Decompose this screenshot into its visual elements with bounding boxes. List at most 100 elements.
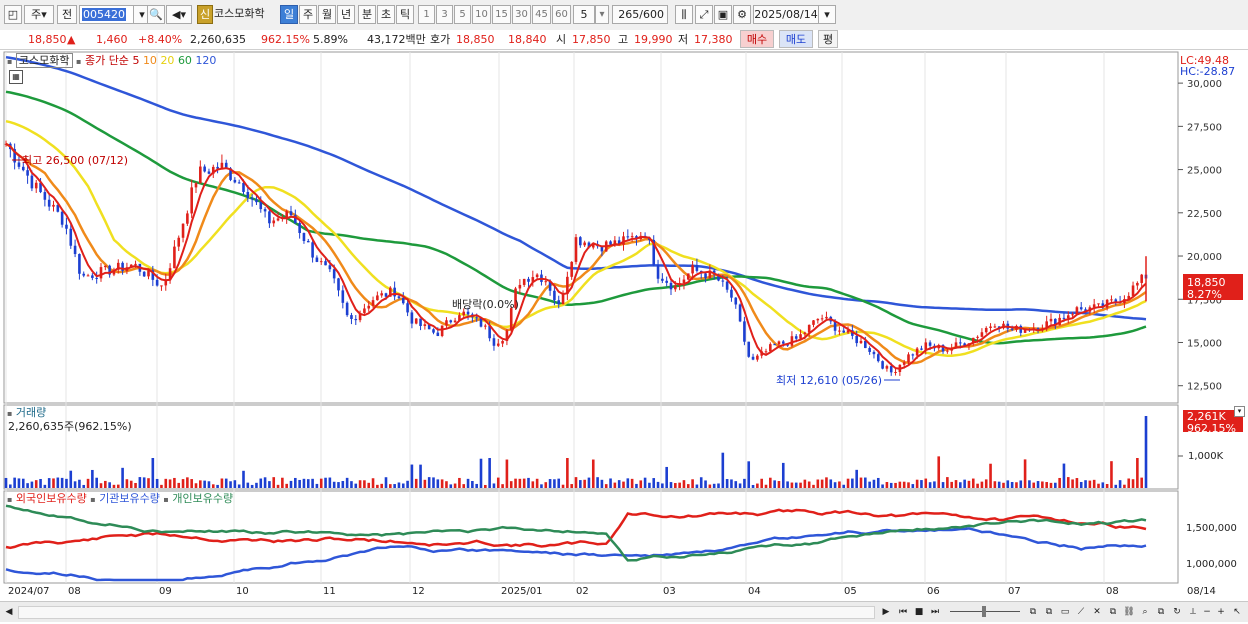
interval-10[interactable]: 10 [472, 5, 491, 24]
volume-bar [268, 481, 271, 488]
down-candle-body [410, 312, 414, 324]
volume-panel-menu-icon[interactable]: ▾ [1234, 406, 1245, 417]
volume-bar [591, 459, 595, 488]
select-arrow-icon[interactable]: ↖ [1230, 605, 1244, 619]
volume-bar [389, 484, 392, 488]
up-candle-body [820, 318, 824, 320]
up-candle-body [907, 354, 910, 363]
scroll-right-icon[interactable]: ▶ [879, 605, 893, 619]
zoom-slider-handle[interactable] [982, 606, 986, 617]
volume-title[interactable]: 거래량 [16, 406, 46, 419]
tab-weekly[interactable]: 주 [299, 5, 317, 24]
layout-icon-1[interactable]: ⧉ [1026, 605, 1040, 619]
forward-icon[interactable]: ⏭ [928, 605, 942, 619]
down-candle-body [661, 278, 664, 281]
scroll-left-icon[interactable]: ◀ [2, 605, 16, 619]
refresh-icon[interactable]: ↻ [1170, 605, 1184, 619]
link-icon[interactable]: ⛓ [1122, 605, 1136, 619]
indicator-icon[interactable]: ⤢ [695, 5, 713, 24]
interval-1[interactable]: 1 [418, 5, 435, 24]
date-input[interactable]: 2025/08/14 [753, 5, 819, 24]
volume-bar [337, 482, 340, 488]
layout-icon-3[interactable]: ▭ [1058, 605, 1072, 619]
volume-bar [440, 479, 444, 488]
search-chart-icon[interactable]: ⌕ [1138, 605, 1152, 619]
rewind-icon[interactable]: ⏮ [896, 605, 910, 619]
export-icon[interactable]: ⧉ [1154, 605, 1168, 619]
ma-label[interactable]: 종가 단순 [85, 54, 129, 67]
scroll-track[interactable] [18, 606, 875, 619]
bid-label: 호가 [430, 33, 451, 46]
volume-bar [147, 478, 150, 488]
volume-bar [199, 480, 202, 488]
volume-bar [997, 481, 1001, 488]
volume-bar [376, 484, 379, 488]
volume-bar [915, 479, 919, 488]
gear-icon[interactable]: ⚙ [733, 5, 751, 24]
volume-bar [976, 483, 979, 488]
up-candle-body [859, 340, 863, 344]
volume-bar [518, 478, 522, 488]
volume-bar [734, 481, 738, 488]
down-candle-body [527, 278, 530, 282]
up-arrow-icon: ▲ [67, 33, 76, 46]
interval-30[interactable]: 30 [512, 5, 531, 24]
interval-input[interactable]: 5 [573, 5, 595, 24]
search-icon[interactable]: 🔍 [147, 5, 165, 24]
zoom-in-icon[interactable]: + [1214, 605, 1228, 619]
interval-dropdown-icon[interactable]: ▾ [595, 5, 609, 24]
down-candle-body [466, 311, 470, 315]
volume-bar [851, 478, 854, 488]
interval-15[interactable]: 15 [492, 5, 511, 24]
cross-tool-icon[interactable]: ✕ [1090, 605, 1104, 619]
speaker-icon[interactable]: ◀▾ [166, 5, 192, 24]
volume-tag-pct: 962.15% [1187, 422, 1236, 435]
institution-holding-label[interactable]: 기관보유수량 [99, 492, 160, 505]
date-dropdown-icon[interactable]: ▾ [818, 5, 836, 24]
stock-code-input[interactable]: 005420 [79, 5, 135, 24]
interval-3[interactable]: 3 [436, 5, 453, 24]
sell-button[interactable]: 매도 [779, 30, 813, 48]
volume-bar [920, 480, 923, 488]
eval-button[interactable]: 평 [818, 30, 838, 48]
stock-name: 코스모화학 [214, 7, 265, 20]
volume-bar [328, 477, 332, 488]
copy-icon[interactable]: ⧉ [1106, 605, 1120, 619]
price-panel-title[interactable]: 코스모화학 [15, 53, 73, 68]
save-icon[interactable]: ▣ [714, 5, 732, 24]
volume-bar [769, 477, 772, 488]
zoom-out-icon[interactable]: − [1200, 605, 1214, 619]
tab-monthly[interactable]: 월 [318, 5, 336, 24]
tab-daily[interactable]: 일 [280, 5, 298, 24]
volume-bar [9, 484, 12, 488]
tab-yearly[interactable]: 년 [337, 5, 355, 24]
volume-bar [319, 478, 323, 488]
layout-icon-2[interactable]: ⧉ [1042, 605, 1056, 619]
stop-icon[interactable]: ■ [912, 605, 926, 619]
volume-bar [65, 478, 68, 488]
prev-button[interactable]: 전 [57, 5, 77, 24]
table-icon[interactable]: ▦ [9, 70, 23, 84]
tab-tick[interactable]: 틱 [396, 5, 414, 24]
volume-value: 2,260,635 [190, 33, 246, 46]
buy-button[interactable]: 매수 [740, 30, 774, 48]
foreign-holding-label[interactable]: 외국인보유수량 [16, 492, 87, 505]
interval-45[interactable]: 45 [532, 5, 551, 24]
x-tick-label: 11 [323, 586, 336, 597]
window-menu-icon[interactable]: ◰ [4, 5, 22, 24]
candle-type-icon[interactable]: ⫼ [675, 5, 693, 24]
interval-5[interactable]: 5 [454, 5, 471, 24]
interval-60[interactable]: 60 [552, 5, 571, 24]
count-input[interactable]: 265/600 [612, 5, 668, 24]
draw-tool-icon[interactable]: ⟋ [1074, 605, 1088, 619]
tab-second[interactable]: 초 [377, 5, 395, 24]
tab-minute[interactable]: 분 [358, 5, 376, 24]
up-candle-body [544, 281, 548, 283]
bid-price-1: 18,850 [456, 33, 495, 46]
period-select[interactable]: 주▾ [24, 5, 54, 24]
down-candle-body [17, 162, 21, 167]
up-candle-body [790, 336, 794, 346]
individual-holding-label[interactable]: 개인보유수량 [172, 492, 233, 505]
zoom-fit-icon[interactable]: ⟂ [1186, 605, 1200, 619]
volume-bar [406, 480, 409, 488]
